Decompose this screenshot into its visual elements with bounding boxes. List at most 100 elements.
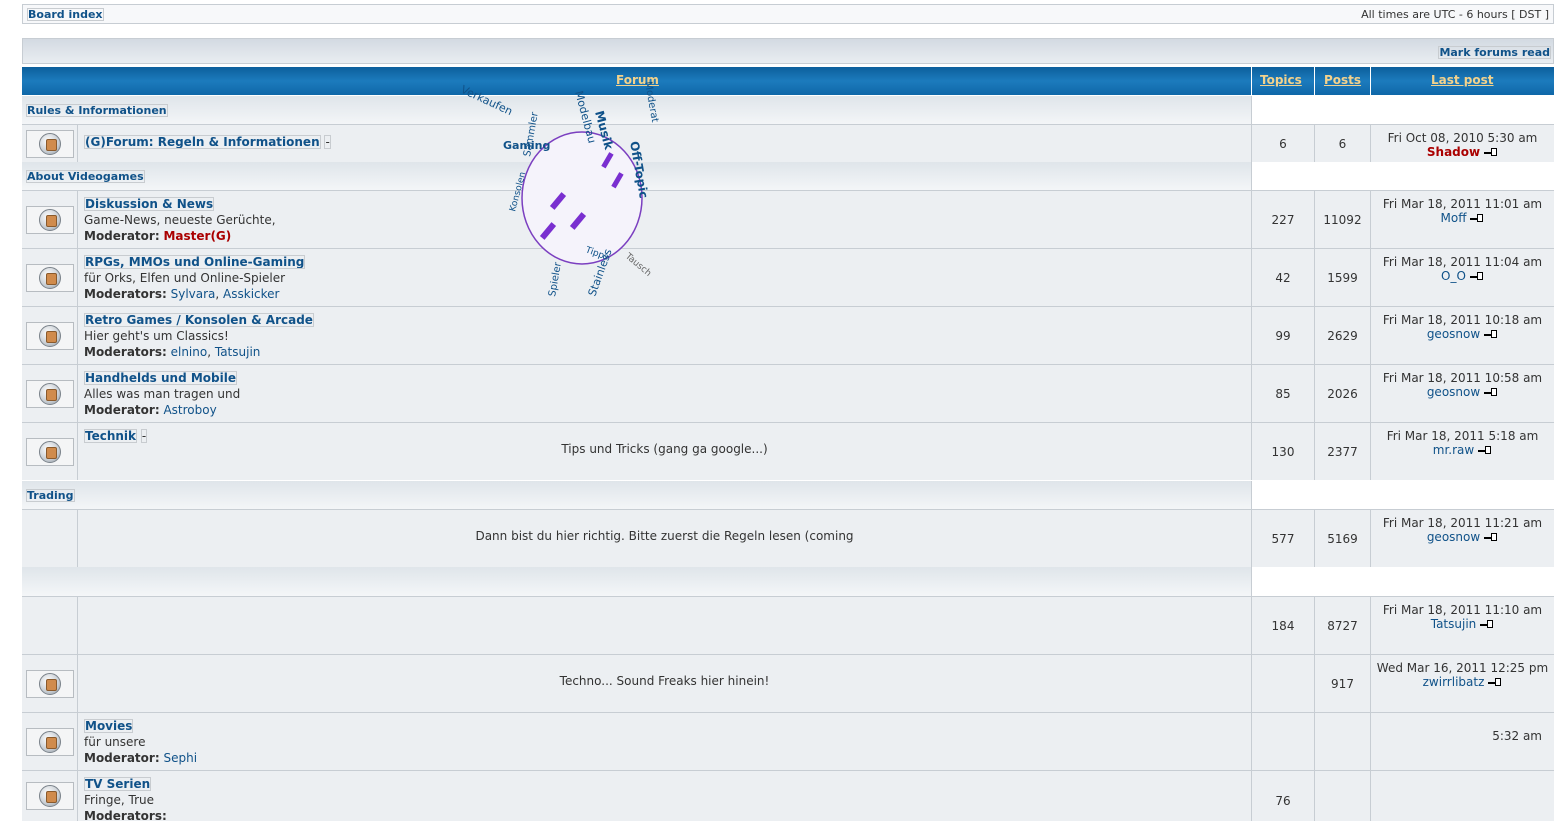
header-last-post: Last post xyxy=(1431,73,1494,87)
last-post-user[interactable]: O_O xyxy=(1441,269,1466,283)
category-rules-link[interactable]: Rules & Informationen xyxy=(26,104,168,117)
view-latest-post-icon[interactable] xyxy=(1469,272,1484,281)
last-post-user[interactable]: Tatsujin xyxy=(1431,617,1477,631)
last-post-date: Fri Mar 18, 2011 11:10 am xyxy=(1382,603,1543,617)
last-post-date: Fri Oct 08, 2010 5:30 am xyxy=(1387,131,1538,145)
topics-count: 99 xyxy=(1275,328,1291,343)
moderator-link[interactable]: Tatsujin xyxy=(215,345,261,359)
topics-count: 577 xyxy=(1271,531,1295,546)
moderator-label: Moderator: xyxy=(84,403,160,417)
view-latest-post-icon[interactable] xyxy=(1484,388,1498,397)
last-post-user[interactable]: Moff xyxy=(1441,211,1467,225)
forum-desc: Hier geht's um Classics! xyxy=(84,329,229,343)
moderator-label: Moderators: xyxy=(84,287,167,301)
view-latest-post-icon[interactable] xyxy=(1480,620,1494,629)
forum-desc: Game-News, neueste Gerüchte, xyxy=(84,213,276,227)
category-videogames-link[interactable]: About Videogames xyxy=(26,170,145,183)
last-post-user[interactable]: mr.raw xyxy=(1433,443,1474,457)
forum-status-icon-cell xyxy=(22,597,78,654)
forum-read-icon xyxy=(26,669,74,698)
topics-count: 6 xyxy=(1279,136,1287,151)
tag-cloud-word[interactable]: Spieler xyxy=(547,261,564,298)
forum-title-link[interactable]: Diskussion & News xyxy=(84,197,215,211)
forum-title-link[interactable]: (G)Forum: Regeln & Informationen xyxy=(84,135,321,149)
last-post-user[interactable]: geosnow xyxy=(1427,385,1480,399)
forum-title-link[interactable]: Handhelds und Mobile xyxy=(84,371,237,385)
forum-row: Diskussion & News Game-News, neueste Ger… xyxy=(22,190,1554,248)
forum-read-icon xyxy=(26,379,74,408)
timezone-info: All times are UTC - 6 hours [ DST ] xyxy=(1361,8,1549,21)
last-post-date: 5:32 am xyxy=(1492,729,1542,743)
forum-row: Movies für unsere Moderator: Sephi 5:32 … xyxy=(22,712,1554,770)
forum-row: Handhelds und Mobile Alles was man trage… xyxy=(22,364,1554,422)
forum-desc: für Orks, Elfen und Online-Spieler xyxy=(84,271,286,285)
last-post-user[interactable]: geosnow xyxy=(1427,530,1480,544)
forum-title-link[interactable]: TV Serien xyxy=(84,777,152,791)
forum-row: 184 8727 Fri Mar 18, 2011 11:10 am Tatsu… xyxy=(22,596,1554,654)
forum-desc-centered: Tips und Tricks (gang ga google...) xyxy=(561,442,768,456)
last-post-date: Fri Mar 18, 2011 11:21 am xyxy=(1382,516,1543,530)
forum-desc-centered: Techno... Sound Freaks hier hinein! xyxy=(559,674,770,688)
forum-status-icon-cell xyxy=(22,510,78,567)
header-divider xyxy=(1251,67,1252,95)
forum-row: (G)Forum: Regeln & Informationen - 6 6 F… xyxy=(22,124,1554,162)
moderator-link[interactable]: elnino xyxy=(171,345,208,359)
forum-title-link[interactable]: RPGs, MMOs und Online-Gaming xyxy=(84,255,306,269)
forum-desc: Alles was man tragen und xyxy=(84,387,241,401)
view-latest-post-icon[interactable] xyxy=(1484,330,1498,339)
view-latest-post-icon[interactable] xyxy=(1488,678,1502,687)
forum-read-icon xyxy=(26,782,74,810)
posts-count: 2377 xyxy=(1327,444,1358,459)
topics-count: 76 xyxy=(1275,794,1291,808)
moderator-link[interactable]: Sephi xyxy=(163,751,197,765)
view-latest-post-icon[interactable] xyxy=(1470,214,1484,223)
top-navbar: Board index All times are UTC - 6 hours … xyxy=(22,4,1554,24)
last-post-date: Fri Mar 18, 2011 11:04 am xyxy=(1382,255,1543,269)
mark-forums-read-link[interactable]: Mark forums read xyxy=(1438,46,1551,59)
moderator-link[interactable]: Master(G) xyxy=(163,229,231,243)
forum-read-icon xyxy=(26,321,74,350)
forum-read-icon xyxy=(26,437,74,466)
last-post-user[interactable]: Shadow xyxy=(1427,145,1480,159)
category-trading-link[interactable]: Trading xyxy=(26,489,75,502)
last-post-date: Fri Mar 18, 2011 11:01 am xyxy=(1382,197,1543,211)
category-rules: Rules & Informationen xyxy=(22,96,1555,125)
tag-cloud-widget: Verkaufen Modelbau Musik Off-Topic Gamin… xyxy=(459,81,660,298)
moderator-link[interactable]: Asskicker xyxy=(223,287,279,301)
forum-desc: für unsere xyxy=(84,735,146,749)
last-post-date: Fri Mar 18, 2011 10:58 am xyxy=(1382,371,1543,385)
posts-count: 5169 xyxy=(1327,531,1358,546)
tag-cloud-word[interactable]: Tausch xyxy=(622,251,653,279)
view-latest-post-icon[interactable] xyxy=(1484,533,1498,542)
board-index-link[interactable]: Board index xyxy=(27,8,104,21)
last-post-user[interactable]: zwirrlibatz xyxy=(1423,675,1485,689)
posts-count: 6 xyxy=(1338,136,1347,151)
moderator-label: Moderator: xyxy=(84,229,160,243)
moderator-link[interactable]: Astroboy xyxy=(163,403,216,417)
tag-cloud-word[interactable]: Moderat xyxy=(642,81,660,124)
forum-row: Technik - Tips und Tricks (gang ga googl… xyxy=(22,422,1554,480)
posts-count: 1599 xyxy=(1327,270,1358,285)
posts-count: 11092 xyxy=(1323,212,1362,227)
category-right-block xyxy=(1251,567,1555,596)
tag-cloud-word[interactable]: Verkaufen xyxy=(459,83,515,118)
header-divider xyxy=(1314,67,1315,95)
forum-desc: Fringe, True xyxy=(84,793,155,807)
last-post-user[interactable]: geosnow xyxy=(1427,327,1480,341)
forum-title-link[interactable]: Retro Games / Konsolen & Arcade xyxy=(84,313,314,327)
category-right-block xyxy=(1251,481,1555,510)
last-post-date: Fri Mar 18, 2011 10:18 am xyxy=(1382,313,1543,327)
mark-read-bar: Mark forums read xyxy=(22,38,1554,64)
forum-read-icon xyxy=(26,205,74,234)
forum-row: Retro Games / Konsolen & Arcade Hier geh… xyxy=(22,306,1554,364)
forum-read-icon xyxy=(26,263,74,292)
view-latest-post-icon[interactable] xyxy=(1484,148,1498,157)
posts-count: 917 xyxy=(1331,676,1354,691)
forum-read-icon xyxy=(26,129,74,158)
posts-count: 8727 xyxy=(1327,618,1358,633)
view-latest-post-icon[interactable] xyxy=(1478,446,1492,455)
category-unnamed xyxy=(22,567,1555,596)
forum-title-link[interactable]: Movies xyxy=(84,719,134,733)
moderator-link[interactable]: Sylvara xyxy=(171,287,216,301)
forum-title-link[interactable]: Technik xyxy=(84,429,138,443)
